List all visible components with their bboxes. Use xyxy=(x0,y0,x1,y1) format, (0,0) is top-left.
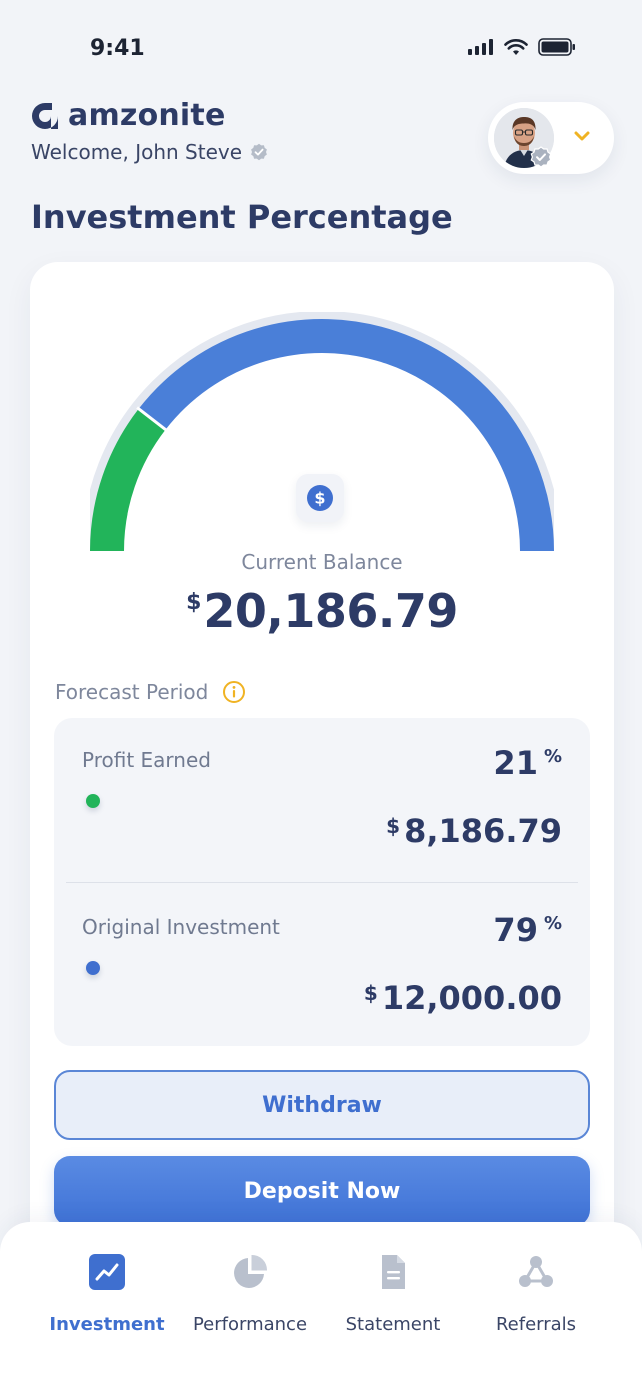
profile-menu[interactable] xyxy=(488,102,614,174)
welcome-message: Welcome, John Steve xyxy=(31,140,268,164)
investment-card: $ Current Balance $20,186.79 Forecast Pe… xyxy=(30,262,614,1272)
dollar-coin-icon: $ xyxy=(307,485,333,511)
investment-percent-value: 79 xyxy=(493,911,538,949)
page-title: Investment Percentage xyxy=(31,198,453,236)
withdraw-button[interactable]: Withdraw xyxy=(54,1070,590,1140)
document-icon xyxy=(382,1255,405,1289)
profit-percent-value: 21 xyxy=(493,744,538,782)
dollar-tile: $ xyxy=(296,474,344,522)
profit-amount: $8,186.79 xyxy=(386,812,562,850)
verified-avatar-badge-icon xyxy=(530,146,552,168)
wifi-icon xyxy=(504,38,528,55)
nav-item-referrals[interactable]: Referrals xyxy=(461,1252,611,1335)
profit-percent-sign: % xyxy=(543,746,562,767)
profit-currency: $ xyxy=(386,814,401,838)
welcome-text: Welcome, John Steve xyxy=(31,140,243,164)
nav-label-referrals: Referrals xyxy=(495,1314,577,1335)
nav-label-statement: Statement xyxy=(345,1314,441,1335)
investment-legend-dot xyxy=(86,961,100,975)
profit-legend-dot xyxy=(86,794,100,808)
forecast-stats: Profit Earned 21% $8,186.79 Original Inv… xyxy=(54,718,590,1046)
info-icon[interactable] xyxy=(222,680,246,704)
trend-chart-icon xyxy=(89,1254,125,1290)
current-balance-label: Current Balance xyxy=(241,550,403,574)
investment-percent-sign: % xyxy=(543,913,562,934)
status-icons xyxy=(468,38,576,56)
current-balance-value: $20,186.79 xyxy=(30,584,614,638)
stats-divider xyxy=(66,882,578,883)
pie-chart-icon xyxy=(234,1254,268,1288)
nav-label-performance: Performance xyxy=(192,1314,308,1335)
investment-currency: $ xyxy=(363,981,378,1005)
balance-gauge xyxy=(90,312,554,552)
original-investment-label: Original Investment xyxy=(82,915,280,939)
forecast-period-label: Forecast Period xyxy=(55,680,209,704)
forecast-period: Forecast Period xyxy=(55,680,246,704)
brand-name: amzonite xyxy=(68,98,226,133)
verified-badge-icon xyxy=(251,143,267,161)
deposit-now-button[interactable]: Deposit Now xyxy=(54,1156,590,1226)
investment-percent: 79% xyxy=(493,911,562,949)
nav-item-investment[interactable]: Investment xyxy=(32,1252,182,1335)
nav-item-statement[interactable]: Statement xyxy=(318,1252,468,1335)
profit-earned-label: Profit Earned xyxy=(82,748,211,772)
nav-item-performance[interactable]: Performance xyxy=(175,1252,325,1335)
network-icon xyxy=(519,1256,553,1287)
profit-percent: 21% xyxy=(493,744,562,782)
balance-currency: $ xyxy=(186,590,202,615)
cellular-signal-icon xyxy=(468,39,493,55)
profit-amount-value: 8,186.79 xyxy=(404,812,562,850)
brand-logo-icon xyxy=(32,102,58,129)
bottom-nav: Investment Performance Statement Referra… xyxy=(0,1222,642,1392)
chevron-down-icon xyxy=(574,131,590,141)
brand: amzonite xyxy=(30,98,226,133)
battery-icon xyxy=(538,38,575,56)
app-screen: 9:41 amzonite Welcome, John Steve Invest… xyxy=(0,0,642,1392)
investment-amount-value: 12,000.00 xyxy=(381,979,562,1017)
balance-amount: 20,186.79 xyxy=(203,584,458,638)
status-time: 9:41 xyxy=(90,36,145,61)
gauge-investment-arc xyxy=(138,319,554,552)
nav-label-investment: Investment xyxy=(49,1314,165,1335)
svg-text:$: $ xyxy=(314,489,325,508)
investment-amount: $12,000.00 xyxy=(364,979,562,1017)
